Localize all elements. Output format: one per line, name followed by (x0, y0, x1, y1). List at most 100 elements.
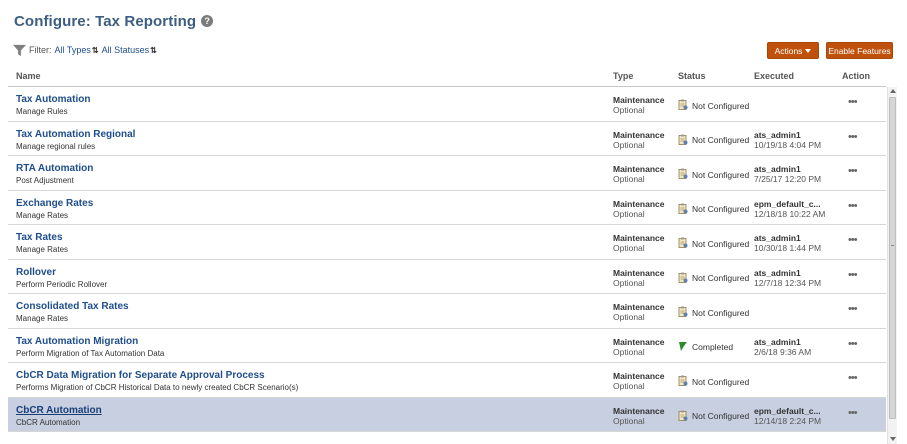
task-subtype: Optional (613, 174, 645, 184)
task-subtype: Optional (613, 105, 645, 115)
executed-date: 12/14/18 2:24 PM (754, 415, 822, 426)
task-type: Maintenance (613, 95, 665, 105)
task-description: Perform Migration of Tax Automation Data (16, 348, 165, 358)
status-text: Not Configured (692, 204, 750, 214)
status-text: Not Configured (692, 307, 750, 318)
task-subtype: Optional (613, 381, 645, 391)
task-name-link[interactable]: Exchange Rates (16, 198, 93, 209)
table-row[interactable]: Rollover Perform Periodic Rollover Mainten… (8, 260, 886, 294)
task-name-link[interactable]: Rollover (16, 267, 56, 278)
vertical-scrollbar[interactable] (887, 87, 897, 444)
row-actions-button[interactable]: ••• (848, 303, 858, 315)
row-actions-button[interactable]: ••• (848, 200, 858, 212)
executed-date: 2/6/18 9:36 AM (754, 346, 812, 357)
task-subtype: Optional (613, 243, 645, 253)
actions-button[interactable]: Actions (767, 42, 819, 59)
row-actions-button[interactable]: ••• (848, 165, 858, 177)
status-cell: Not Configured (678, 237, 749, 250)
col-header-name[interactable]: Name (16, 71, 41, 81)
task-subtype: Optional (613, 346, 645, 357)
task-name-link[interactable]: Consolidated Tax Rates (16, 301, 129, 312)
task-name-link[interactable]: CbCR Data Migration for Separate Approva… (16, 370, 265, 381)
task-type: Maintenance (613, 129, 665, 140)
clipboard-icon (678, 203, 692, 216)
sort-icon: ⇅ (91, 45, 99, 55)
status-cell: Not Configured (678, 99, 749, 112)
row-actions-button[interactable]: ••• (848, 338, 858, 350)
task-description: Post Adjustment (16, 176, 74, 185)
task-type: Maintenance (613, 371, 665, 381)
scroll-down-icon[interactable] (890, 437, 896, 441)
scroll-up-icon[interactable] (890, 89, 896, 93)
col-header-type[interactable]: Type (613, 71, 633, 81)
task-name-link[interactable]: Tax Automation Regional (16, 129, 135, 140)
task-name-link[interactable]: Tax Automation (16, 94, 90, 105)
task-subtype: Optional (613, 277, 645, 288)
table-row[interactable]: CbCR Automation CbCR Automation Maintenanc… (8, 397, 886, 432)
status-text: Not Configured (692, 100, 750, 111)
row-actions-button[interactable]: ••• (848, 407, 858, 419)
task-subtype: Optional (613, 208, 645, 219)
col-header-status[interactable]: Status (678, 71, 706, 81)
filter-types-link[interactable]: All Types ⇅ (55, 45, 99, 55)
status-cell: Not Configured (678, 203, 749, 216)
clipboard-icon (678, 375, 692, 388)
clipboard-icon (678, 237, 692, 250)
green-flag-icon (678, 341, 692, 354)
filter-types-label: All Types (54, 45, 91, 55)
executed-date: 12/7/18 12:34 PM (754, 277, 822, 288)
status-text: Not Configured (692, 411, 750, 421)
funnel-icon[interactable] (13, 44, 26, 57)
row-actions-button[interactable]: ••• (848, 269, 858, 281)
col-header-executed[interactable]: Executed (754, 71, 794, 81)
status-text: Not Configured (692, 273, 750, 283)
executed-user: ats_admin1 (754, 267, 801, 278)
table-row[interactable]: Exchange Rates Manage Rates Maintenance Opt… (8, 191, 886, 225)
enable-features-label: Enable Features (828, 45, 891, 56)
task-type: Maintenance (613, 164, 665, 174)
task-description: Manage Rules (16, 107, 68, 116)
executed-user: ats_admin1 (754, 129, 801, 140)
table-row[interactable]: Tax Rates Manage Rates Maintenance Optional… (8, 225, 886, 260)
table-row[interactable]: Tax Automation Regional Manage regional r… (8, 122, 886, 156)
row-actions-button[interactable]: ••• (848, 96, 858, 108)
task-name-link[interactable]: CbCR Automation (16, 405, 102, 416)
row-actions-button[interactable]: ••• (848, 234, 858, 246)
task-type: Maintenance (613, 233, 665, 243)
executed-date: 7/25/17 12:20 PM (754, 174, 822, 184)
task-name-link[interactable]: Tax Automation Migration (16, 336, 138, 347)
status-text: Not Configured (692, 135, 750, 145)
task-type: Maintenance (613, 267, 665, 278)
task-description: Manage regional rules (16, 141, 96, 151)
clipboard-icon (678, 272, 692, 285)
status-cell: Not Configured (678, 134, 749, 147)
actions-button-label: Actions (774, 45, 803, 56)
status-text: Not Configured (692, 376, 750, 387)
status-cell: Not Configured (678, 375, 749, 388)
help-icon[interactable]: ? (201, 15, 214, 27)
status-text: Not Configured (692, 169, 750, 180)
clipboard-icon (678, 410, 692, 423)
filter-statuses-link[interactable]: All Statuses ⇅ (102, 45, 157, 55)
scroll-thumb[interactable] (889, 97, 896, 419)
task-name-link[interactable]: Tax Rates (16, 232, 63, 243)
clipboard-icon (678, 306, 692, 319)
row-actions-button[interactable]: ••• (848, 372, 858, 384)
row-actions-button[interactable]: ••• (848, 131, 858, 143)
table-row[interactable]: Tax Automation Migration Perform Migratio… (8, 329, 886, 363)
page-title: Configure: Tax Reporting (14, 12, 197, 30)
task-type: Maintenance (613, 405, 665, 416)
executed-user: epm_default_c... (754, 198, 821, 209)
table-row[interactable]: Tax Automation Manage Rules Maintenance Opt… (8, 87, 886, 122)
title-bar: Configure: Tax Reporting ? (14, 10, 214, 32)
table-row[interactable]: Consolidated Tax Rates Manage Rates Mainte… (8, 294, 886, 329)
status-cell: Not Configured (678, 306, 749, 319)
task-subtype: Optional (613, 139, 645, 150)
table-row[interactable]: CbCR Data Migration for Separate Approva… (8, 363, 886, 398)
table-row[interactable]: RTA Automation Post Adjustment Maintenance… (8, 156, 886, 191)
task-name-link[interactable]: RTA Automation (16, 163, 93, 174)
enable-features-button[interactable]: Enable Features (826, 42, 893, 59)
caret-down-icon (805, 48, 812, 53)
executed-date: 12/18/18 10:22 AM (754, 208, 826, 219)
scroll-grip (891, 245, 894, 246)
